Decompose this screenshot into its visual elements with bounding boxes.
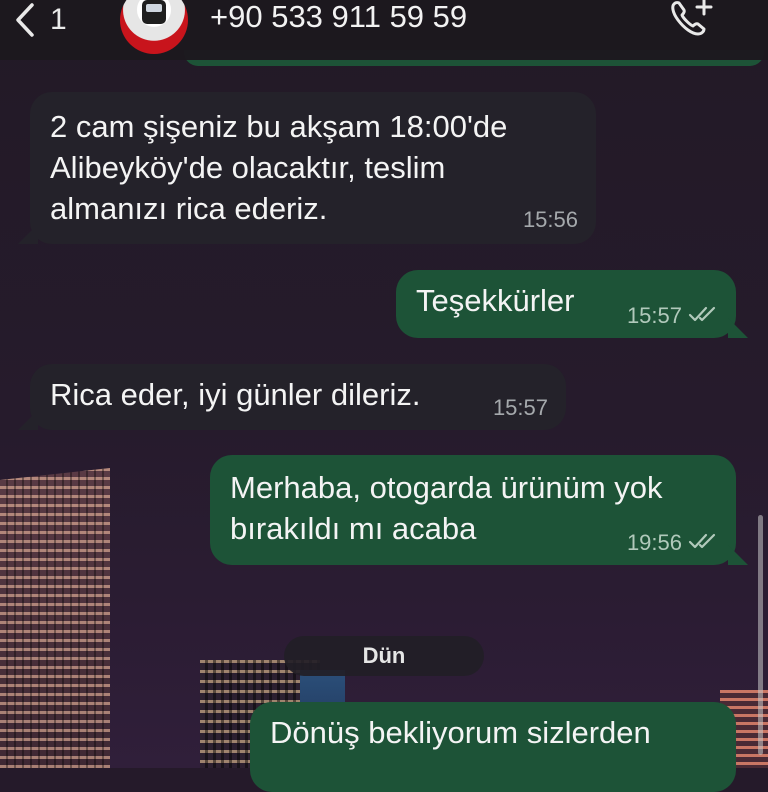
message-meta: 15:57 xyxy=(493,396,548,420)
chevron-left-icon xyxy=(14,2,36,38)
unread-count: 1 xyxy=(50,3,67,36)
message-meta: 15:56 xyxy=(523,208,578,232)
message-time: 19:56 xyxy=(626,530,682,555)
message-time: 15:57 xyxy=(626,303,682,328)
message-bubble-outgoing[interactable]: Teşekkürler 15:57 xyxy=(396,270,736,338)
date-separator: Dün xyxy=(284,636,484,676)
back-button[interactable]: 1 xyxy=(14,0,67,40)
call-button[interactable] xyxy=(668,0,716,40)
message-bubble-incoming[interactable]: 2 cam şişeniz bu akşam 18:00'de Alibeykö… xyxy=(30,92,596,244)
chat-header: 1 +90 533 911 59 59 xyxy=(0,0,768,60)
phone-add-icon xyxy=(668,0,716,44)
scrollbar[interactable] xyxy=(758,515,763,755)
wallpaper-building xyxy=(0,468,110,768)
message-bubble-outgoing[interactable]: Dönüş bekliyorum sizlerden xyxy=(250,702,736,792)
message-meta: 15:57 xyxy=(627,304,718,328)
bus-icon xyxy=(142,0,166,24)
message-text: Dönüş bekliyorum sizlerden xyxy=(270,715,651,750)
avatar[interactable] xyxy=(120,0,188,54)
double-check-icon xyxy=(688,531,718,555)
message-text: 2 cam şişeniz bu akşam 18:00'de Alibeykö… xyxy=(50,109,508,226)
double-check-icon xyxy=(688,304,718,328)
message-time: 15:57 xyxy=(492,395,548,420)
message-bubble-incoming[interactable]: Rica eder, iyi günler dileriz. 15:57 xyxy=(30,364,566,430)
message-meta: 19:56 xyxy=(627,531,718,555)
message-text: Rica eder, iyi günler dileriz. xyxy=(50,377,421,412)
message-bubble-outgoing[interactable]: Merhaba, otogarda ürünüm yok bırakıldı m… xyxy=(210,455,736,565)
message-time: 15:56 xyxy=(522,207,578,232)
contact-name[interactable]: +90 533 911 59 59 xyxy=(210,0,467,34)
